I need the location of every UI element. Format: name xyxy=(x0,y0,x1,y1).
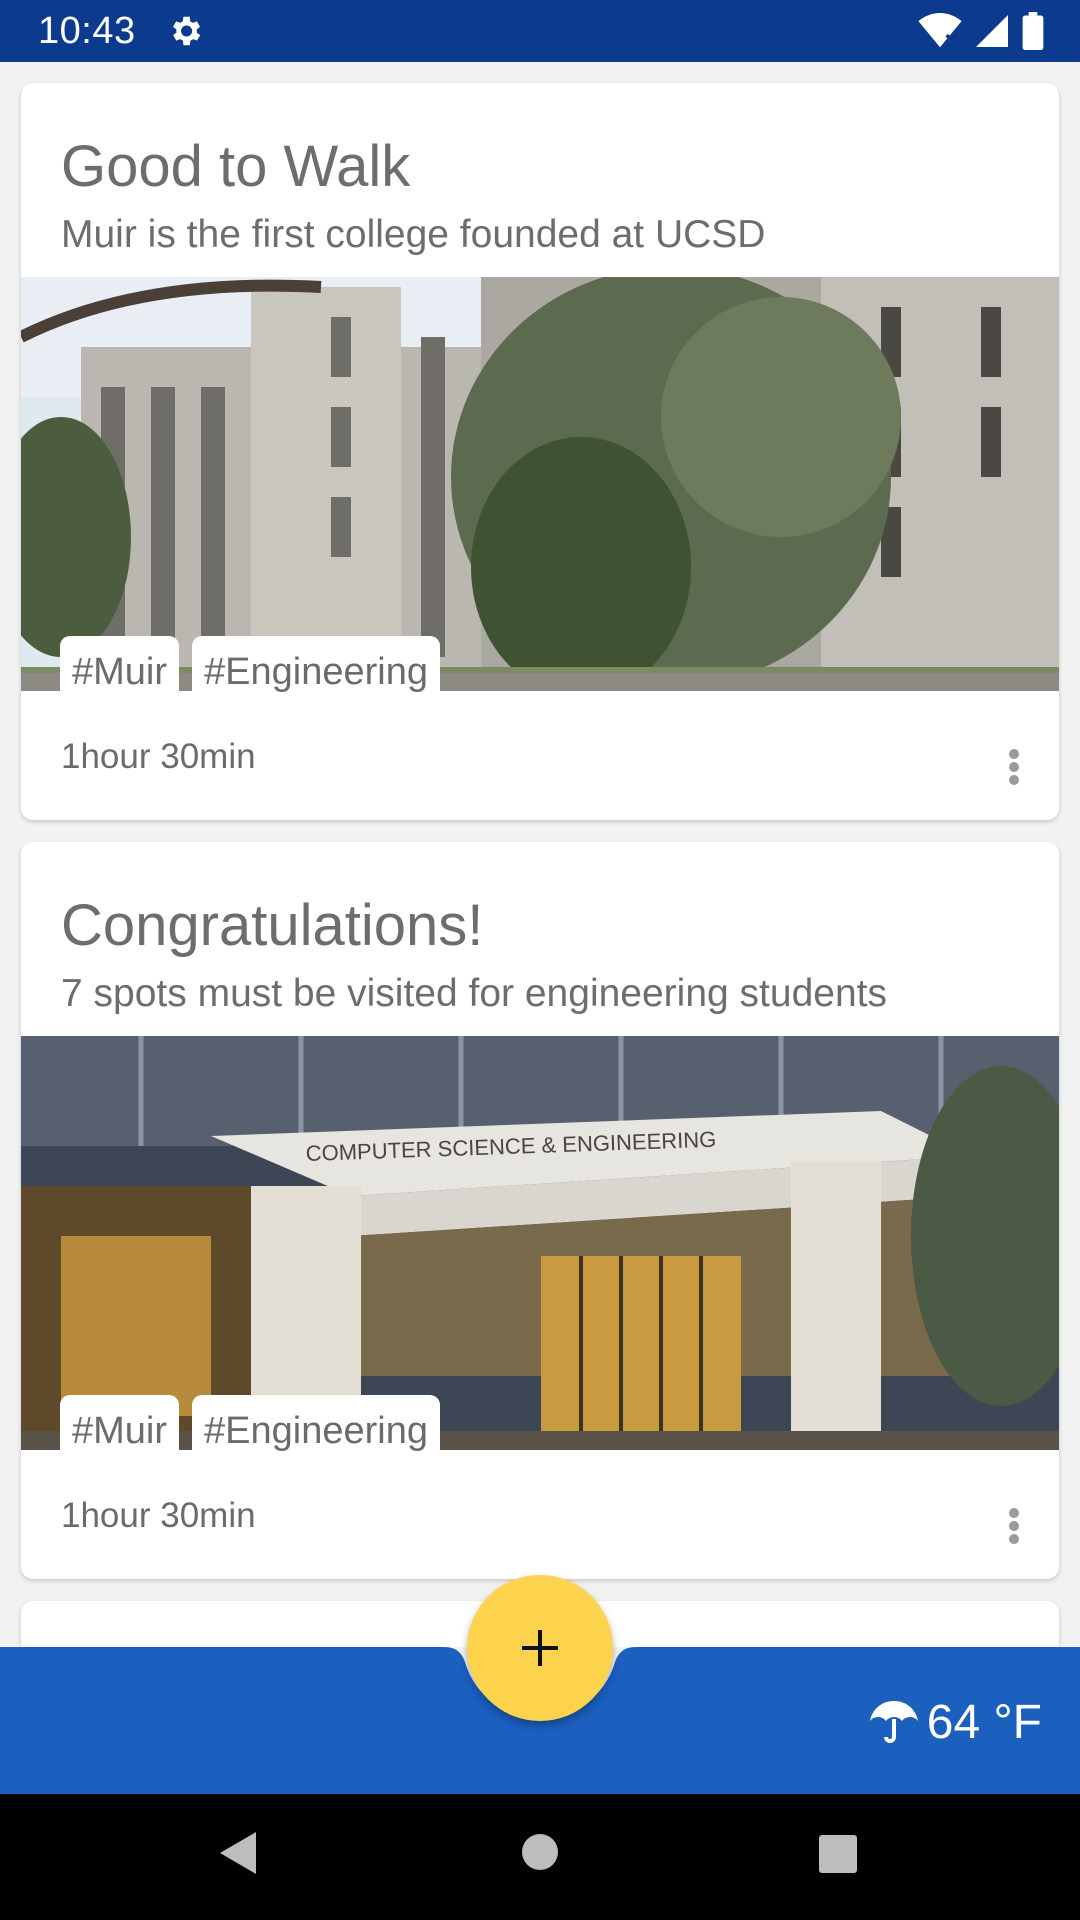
tag-chip[interactable]: #Engineering xyxy=(192,636,440,709)
card-subtitle: 7 spots must be visited for engineering … xyxy=(61,972,887,1015)
tag-chip[interactable]: #Muir xyxy=(60,636,180,709)
add-button[interactable] xyxy=(467,1575,613,1721)
home-icon[interactable] xyxy=(520,1832,560,1872)
card-title: Good to Walk xyxy=(61,134,411,199)
more-options-icon[interactable] xyxy=(999,743,1029,791)
status-time: 10:43 xyxy=(38,9,136,52)
battery-icon xyxy=(1022,12,1044,50)
feed-list[interactable]: Good to Walk Muir is the first college f… xyxy=(0,62,1080,1647)
card-subtitle: Muir is the first college founded at UCS… xyxy=(61,213,766,256)
duration-label: 1hour 30min xyxy=(61,1496,256,1535)
duration-label: 1hour 30min xyxy=(61,737,256,776)
cse-building-photo[interactable]: COMPUTER SCIENCE & ENGINEERING xyxy=(21,1036,1059,1450)
wifi-icon xyxy=(918,13,962,48)
plus-icon xyxy=(522,1630,558,1666)
muir-college-photo[interactable] xyxy=(21,277,1059,691)
card-good-to-walk[interactable]: Good to Walk Muir is the first college f… xyxy=(21,83,1059,820)
system-navigation-bar xyxy=(0,1794,1080,1920)
umbrella-icon xyxy=(869,1700,918,1743)
cellular-signal-icon xyxy=(976,15,1008,47)
tag-list: #Muir #Engineering xyxy=(60,636,440,709)
recents-icon[interactable] xyxy=(818,1834,858,1874)
status-bar: 10:43 xyxy=(0,0,1080,62)
back-icon[interactable] xyxy=(218,1830,258,1876)
more-options-icon[interactable] xyxy=(999,1502,1029,1550)
weather-temperature: 64 °F xyxy=(926,1696,1042,1749)
tag-chip[interactable]: #Muir xyxy=(60,1395,180,1468)
tag-list: #Muir #Engineering xyxy=(60,1395,440,1468)
card-congratulations[interactable]: Congratulations! 7 spots must be visited… xyxy=(21,842,1059,1579)
tag-chip[interactable]: #Engineering xyxy=(192,1395,440,1468)
settings-gear-icon xyxy=(172,16,200,46)
weather-indicator[interactable]: 64 °F xyxy=(869,1695,1042,1750)
card-title: Congratulations! xyxy=(61,893,484,958)
